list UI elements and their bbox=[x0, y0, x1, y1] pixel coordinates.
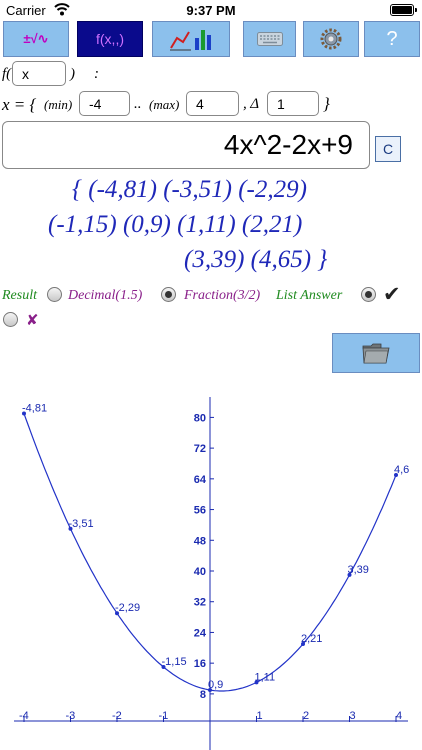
function-suffix: ) bbox=[70, 66, 75, 82]
variable-input[interactable]: x bbox=[12, 61, 66, 86]
range-dots: .. bbox=[134, 96, 142, 112]
folder-icon bbox=[362, 343, 390, 364]
y-tick-label-4: 40 bbox=[194, 566, 206, 578]
folder-button[interactable] bbox=[332, 333, 420, 373]
y-tick-label-2: 24 bbox=[194, 627, 207, 639]
x-tick-label-6: 2 bbox=[303, 710, 309, 722]
function-mode-label: f(x,,) bbox=[96, 31, 124, 47]
settings-button[interactable] bbox=[303, 21, 359, 57]
result-radio[interactable] bbox=[47, 287, 62, 302]
result-line-2: (-1,15) (0,9) (1,11) (2,21) bbox=[48, 211, 303, 238]
min-value: -4 bbox=[89, 95, 102, 112]
data-label-6: 2,21 bbox=[301, 633, 322, 645]
list-answer-radio[interactable] bbox=[361, 287, 376, 302]
x-tick-label-3: -1 bbox=[159, 710, 169, 722]
y-tick-label-8: 72 bbox=[194, 443, 206, 455]
x-tick-label-8: 4 bbox=[396, 710, 402, 722]
delta-label: , Δ bbox=[243, 96, 260, 112]
data-label-4: 0,9 bbox=[208, 679, 223, 691]
math-symbols-label: ±√∿ bbox=[23, 31, 49, 46]
x-tick-label-2: -2 bbox=[112, 710, 122, 722]
data-label-5: 1,11 bbox=[255, 671, 276, 683]
fraction-option-label: Fraction(3/2) bbox=[184, 288, 261, 303]
help-button[interactable]: ? bbox=[364, 21, 420, 57]
data-label-3: -1,15 bbox=[162, 656, 187, 668]
y-tick-label-0: 8 bbox=[200, 689, 206, 701]
max-input[interactable]: 4 bbox=[186, 91, 239, 116]
data-label-8: 4,6 bbox=[394, 464, 409, 476]
function-colon: : bbox=[94, 66, 99, 82]
x-tick-label-1: -3 bbox=[66, 710, 76, 722]
delta-value: 1 bbox=[277, 95, 285, 112]
decimal-radio[interactable] bbox=[161, 287, 176, 302]
x-tick-label-0: -4 bbox=[19, 710, 29, 722]
x-tick-label-7: 3 bbox=[350, 710, 356, 722]
clock: 9:37 PM bbox=[186, 3, 236, 18]
cross-radio[interactable] bbox=[3, 312, 18, 327]
result-line-3: (3,39) (4,65) } bbox=[184, 246, 328, 273]
delta-input[interactable]: 1 bbox=[267, 91, 319, 116]
cross-mark-icon: ✘ bbox=[26, 313, 39, 329]
status-bar: Carrier 9:37 PM bbox=[0, 0, 422, 20]
result-line-1: { (-4,81) (-3,51) (-2,29) bbox=[72, 176, 307, 203]
graph-chart-button[interactable] bbox=[152, 21, 230, 57]
result-option-label: Result bbox=[2, 288, 37, 303]
y-tick-label-9: 80 bbox=[194, 412, 206, 424]
gear-icon bbox=[320, 28, 342, 50]
list-answer-option-label: List Answer bbox=[276, 288, 343, 303]
keyboard-icon bbox=[256, 32, 283, 46]
y-tick-label-1: 16 bbox=[194, 658, 206, 670]
data-label-2: -2,29 bbox=[115, 602, 140, 614]
keyboard-button[interactable] bbox=[243, 21, 296, 57]
y-tick-label-3: 32 bbox=[194, 597, 206, 609]
max-label: (max) bbox=[149, 97, 180, 112]
range-lead: x = { bbox=[2, 95, 37, 114]
y-tick-label-5: 48 bbox=[194, 535, 206, 547]
function-graph: -4 -3 -2 -1 1 2 3 48162432404856647280-4,81-3,5… bbox=[14, 397, 409, 750]
expression-input[interactable]: 4x^2-2x+9 bbox=[2, 121, 370, 169]
y-tick-label-7: 64 bbox=[194, 474, 207, 486]
variable-value: x bbox=[22, 65, 29, 82]
min-input[interactable]: -4 bbox=[79, 91, 130, 116]
chart-icon bbox=[170, 30, 211, 51]
min-label: (min) bbox=[44, 97, 73, 112]
function-mode-button[interactable]: f(x,,) bbox=[77, 21, 143, 57]
data-label-0: -4,81 bbox=[22, 403, 47, 415]
x-tick-label-5: 1 bbox=[257, 710, 263, 722]
help-label: ? bbox=[386, 27, 398, 50]
y-tick-label-6: 56 bbox=[194, 505, 206, 517]
range-close: } bbox=[323, 94, 330, 113]
battery-icon bbox=[390, 4, 417, 16]
data-label-7: 3,39 bbox=[348, 564, 369, 576]
function-prefix: f( bbox=[2, 66, 12, 82]
clear-button[interactable]: C bbox=[375, 136, 401, 162]
math-keyboard-button[interactable]: ±√∿ bbox=[3, 21, 69, 57]
decimal-option-label: Decimal(1.5) bbox=[68, 288, 143, 303]
check-mark-icon: ✔ bbox=[383, 282, 401, 306]
max-value: 4 bbox=[196, 95, 204, 112]
data-label-1: -3,51 bbox=[69, 518, 94, 530]
